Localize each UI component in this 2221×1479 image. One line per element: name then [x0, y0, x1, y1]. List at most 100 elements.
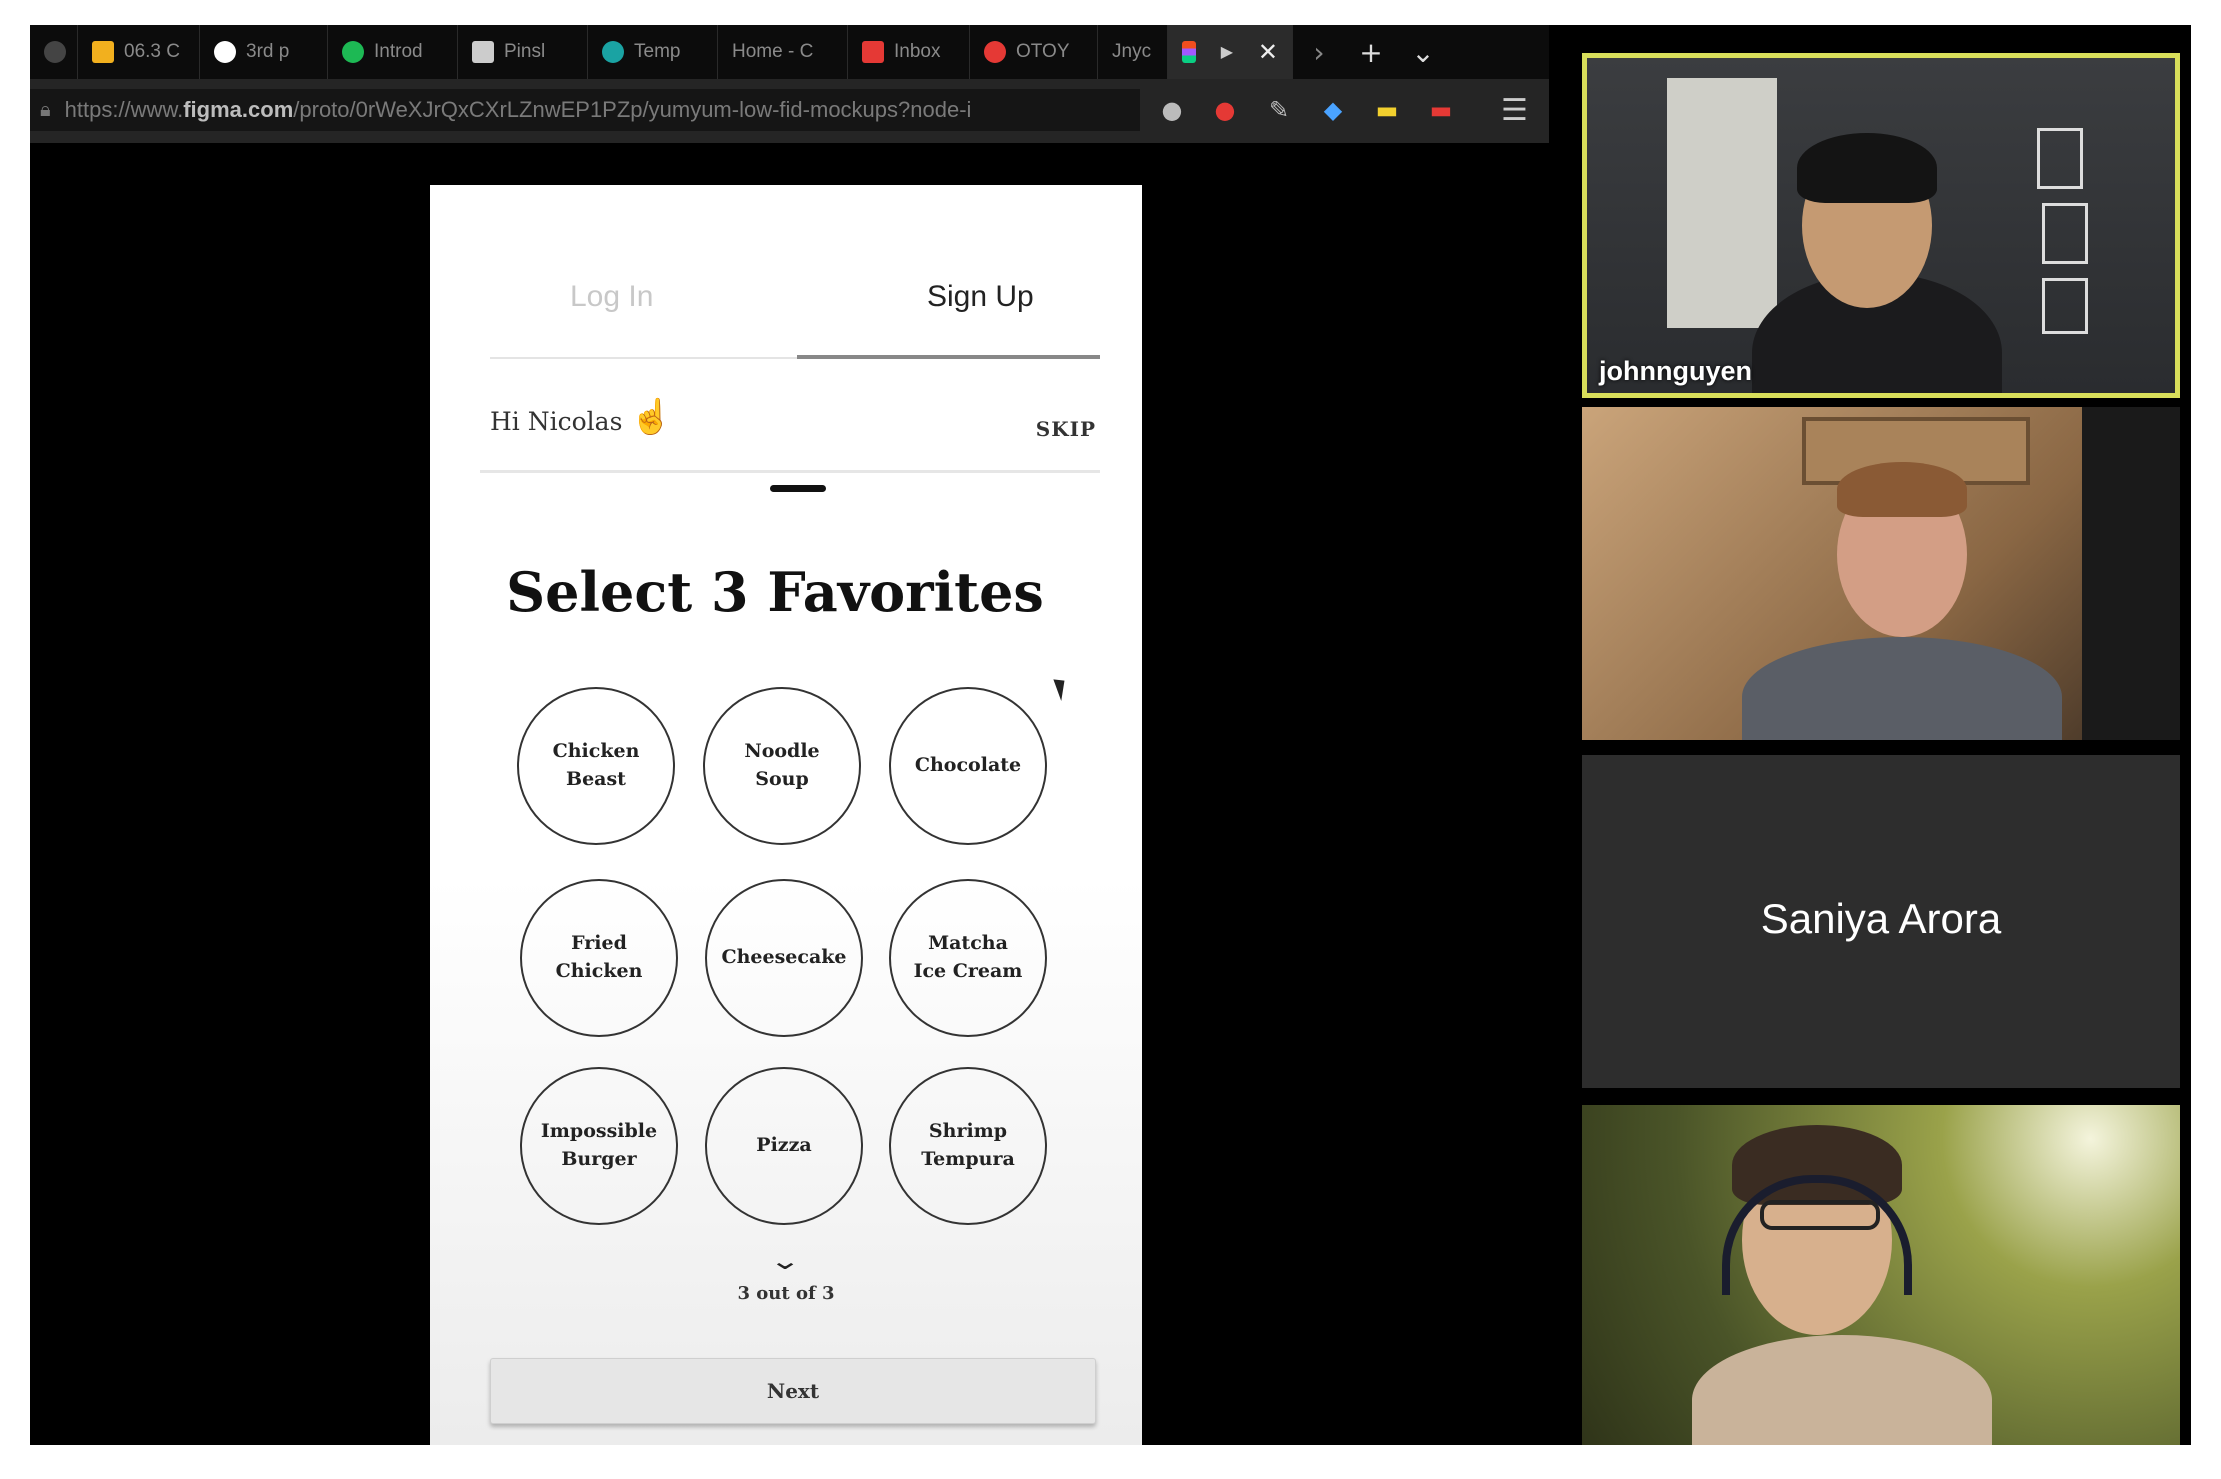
active-tab-underline — [797, 355, 1100, 359]
participant-video-tile[interactable] — [1582, 407, 2180, 740]
food-label: Noodle Soup — [744, 738, 819, 793]
close-tab-icon[interactable]: ✕ — [1258, 38, 1278, 67]
menu-icon[interactable]: ☰ — [1501, 93, 1528, 128]
food-option-chocolate[interactable]: Chocolate — [889, 687, 1047, 845]
profile-extension-icon[interactable]: ● — [1157, 95, 1187, 125]
url-domain: figma.com — [183, 97, 294, 122]
selection-counter: 3 out of 3 — [737, 1283, 835, 1304]
doorway — [1667, 78, 1777, 328]
video-extension-icon[interactable]: ▬ — [1426, 95, 1456, 125]
participant-body — [1692, 1335, 1992, 1445]
food-label-line: Shrimp — [928, 1120, 1008, 1143]
skip-button[interactable]: SKIP — [1036, 417, 1096, 441]
chevron-right-icon[interactable]: › — [1293, 36, 1345, 69]
address-bar: 🔒︎ https://www.figma.com/proto/0rWeXJrQx… — [30, 79, 1549, 143]
food-label-line: Matcha — [928, 932, 1008, 955]
pencil-extension-icon[interactable]: ✎ — [1264, 95, 1294, 125]
food-option-impossible-burger[interactable]: Impossible Burger — [520, 1067, 678, 1225]
food-label-line: Burger — [561, 1148, 637, 1170]
participant-hair — [1837, 462, 1967, 517]
food-option-noodle-soup[interactable]: Noodle Soup — [703, 687, 861, 845]
tab-title: Introd — [374, 41, 423, 62]
food-option-fried-chicken[interactable]: Fried Chicken — [520, 879, 678, 1037]
browser-tab[interactable] — [30, 25, 78, 79]
food-option-chicken-beast[interactable]: Chicken Beast — [517, 687, 675, 845]
page-title: Select 3 Favorites — [506, 560, 1044, 624]
food-label-line: Beast — [566, 768, 626, 790]
browser-tab-active[interactable]: ▶ ✕ — [1168, 25, 1293, 79]
url-text: https://www.figma.com/proto/0rWeXJrQxCXr… — [65, 97, 972, 123]
tab-title: OTOY — [1016, 41, 1070, 62]
food-option-cheesecake[interactable]: Cheesecake — [705, 879, 863, 1037]
lock-icon: 🔒︎ — [40, 98, 51, 121]
tab-title: Home - C — [732, 41, 814, 62]
wall-frame — [2037, 128, 2083, 189]
food-label-line: Soup — [755, 768, 809, 790]
participant-video-off-tile[interactable]: Saniya Arora — [1582, 755, 2180, 1088]
url-field[interactable]: 🔒︎ https://www.figma.com/proto/0rWeXJrQx… — [30, 89, 1140, 131]
browser-tab[interactable]: Introd — [328, 25, 458, 79]
hand-wave-icon: ☝ — [630, 397, 673, 437]
greeting-divider — [480, 470, 1100, 473]
play-icon[interactable]: ▶ — [1221, 42, 1233, 62]
food-label-line: Fried — [571, 932, 627, 955]
login-tab[interactable]: Log In — [570, 280, 653, 314]
gem-extension-icon[interactable]: ◆ — [1318, 95, 1348, 125]
browser-tab[interactable]: Home - C — [718, 25, 848, 79]
browser-tab[interactable]: 3rd p — [200, 25, 328, 79]
food-label: Impossible Burger — [541, 1118, 657, 1173]
glasses-icon — [1760, 1200, 1880, 1230]
browser-tab[interactable]: Pinsl — [458, 25, 588, 79]
browser-tab[interactable]: Inbox — [848, 25, 970, 79]
note-extension-icon[interactable]: ▬ — [1372, 95, 1402, 125]
participant-video-tile[interactable] — [1582, 1105, 2180, 1445]
food-label: Pizza — [756, 1134, 812, 1157]
tab-title: 3rd p — [246, 41, 290, 62]
food-label: Matcha Ice Cream — [914, 930, 1023, 985]
figma-icon — [1182, 41, 1196, 63]
url-prefix: https://www. — [64, 97, 184, 122]
greeting-text: Hi Nicolas — [490, 407, 623, 436]
food-option-matcha-ice-cream[interactable]: Matcha Ice Cream — [889, 879, 1047, 1037]
food-label-line: Chicken — [555, 960, 643, 982]
mail-icon — [862, 41, 884, 63]
chevron-down-icon[interactable]: ⌄ — [769, 1247, 801, 1275]
participant-body — [1742, 637, 2062, 740]
tab-title: Pinsl — [504, 41, 546, 62]
globe-icon — [602, 41, 624, 63]
food-label: Fried Chicken — [556, 930, 643, 985]
food-label-line: Ice Cream — [913, 960, 1023, 982]
document-icon — [472, 41, 494, 63]
url-path: /proto/0rWeXJrQxCXrLZnwEP1PZp/yumyum-low… — [293, 97, 972, 122]
food-option-shrimp-tempura[interactable]: Shrimp Tempura — [889, 1067, 1047, 1225]
chevron-down-icon[interactable]: ⌄ — [1397, 36, 1449, 69]
food-label-line: Impossible — [540, 1120, 658, 1143]
record-extension-icon[interactable]: ● — [1210, 95, 1240, 125]
sheet-handle[interactable] — [770, 485, 826, 492]
food-option-pizza[interactable]: Pizza — [705, 1067, 863, 1225]
window — [2082, 407, 2180, 740]
food-label: Chicken Beast — [553, 738, 640, 793]
browser-tab[interactable]: 06.3 C — [78, 25, 200, 79]
wall-frame — [2042, 278, 2088, 334]
next-button[interactable]: Next — [490, 1358, 1096, 1424]
participant-name: Saniya Arora — [1760, 895, 2002, 942]
participant-video-tile[interactable]: johnnguyen — [1582, 53, 2180, 398]
spotify-icon — [342, 41, 364, 63]
tab-favicon — [44, 41, 66, 63]
browser-tab[interactable]: Temp — [588, 25, 718, 79]
food-label-line: Chicken — [552, 740, 640, 763]
tab-title: 06.3 C — [124, 41, 180, 62]
otoy-icon — [984, 41, 1006, 63]
food-label: Shrimp Tempura — [921, 1118, 1015, 1173]
browser-tab[interactable]: Jnyc — [1098, 25, 1168, 79]
food-label: Cheesecake — [721, 946, 847, 969]
new-tab-icon[interactable]: + — [1345, 36, 1397, 69]
participant-name: johnnguyen — [1599, 356, 1752, 386]
food-label-line: Noodle — [744, 740, 820, 763]
browser-tab-bar: 06.3 C 3rd p Introd Pinsl Temp Home - C … — [30, 25, 1549, 79]
wall-frame — [2042, 203, 2088, 264]
signup-tab[interactable]: Sign Up — [927, 280, 1034, 314]
browser-tab[interactable]: OTOY — [970, 25, 1098, 79]
food-label-line: Tempura — [921, 1148, 1015, 1170]
